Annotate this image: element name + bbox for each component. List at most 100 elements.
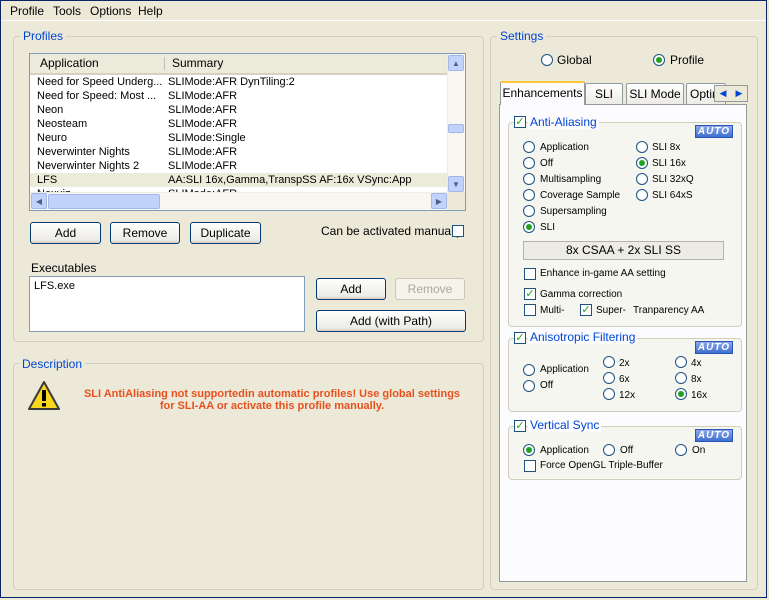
cell-application: Neverwinter Nights 2 <box>37 160 140 172</box>
executable-remove-button[interactable]: Remove <box>395 278 465 300</box>
menu-profile[interactable]: Profile <box>7 3 47 19</box>
aa-level-sli-64xs-radio[interactable] <box>636 189 648 201</box>
aa-level-sli-64xs-label: SLI 64xS <box>652 190 693 201</box>
tab-scroll-left-icon[interactable]: ◀ <box>715 86 731 101</box>
aa-mode-sli-radio[interactable] <box>523 221 535 233</box>
menu-tools[interactable]: Tools <box>50 3 84 19</box>
multi-transparency-checkbox[interactable] <box>524 304 536 316</box>
column-separator[interactable] <box>164 57 165 70</box>
transparency-aa-label: Tranparency AA <box>633 305 705 316</box>
vertical-scrollbar[interactable]: ▲ ▼ <box>447 54 465 193</box>
scroll-up-icon[interactable]: ▲ <box>448 55 464 71</box>
description-message-line-1: SLI AntiAliasing not supportedin automat… <box>83 388 461 400</box>
table-row[interactable]: Need for Speed Underg... SLIMode:AFR DynT… <box>30 75 448 89</box>
aa-mode-off-label: Off <box>540 158 554 169</box>
executable-add-button[interactable]: Add <box>316 278 386 300</box>
super-transparency-checkbox[interactable]: ✓ <box>580 304 592 316</box>
table-row[interactable]: Neosteam SLIMode:AFR <box>30 117 448 131</box>
scroll-down-icon[interactable]: ▼ <box>448 176 464 192</box>
aa-summary-display: 8x CSAA + 2x SLI SS <box>523 241 724 260</box>
table-row[interactable]: Neuro SLIMode:Single <box>30 131 448 145</box>
af-level-6x-radio[interactable] <box>603 372 615 384</box>
cell-application: Neuro <box>37 132 67 144</box>
af-level-4x-radio[interactable] <box>675 356 687 368</box>
aa-level-sli-16x-label: SLI 16x <box>652 158 686 169</box>
table-row[interactable]: LFS AA:SLI 16x,Gamma,TranspSS AF:16x VSyn… <box>30 173 448 187</box>
menu-options[interactable]: Options <box>87 3 134 19</box>
aa-mode-supersampling-radio[interactable] <box>523 205 535 217</box>
triple-buffer-checkbox[interactable] <box>524 460 536 472</box>
global-radio[interactable] <box>541 54 553 66</box>
scroll-thumb-horizontal[interactable] <box>48 194 160 209</box>
af-mode-off-radio[interactable] <box>523 380 535 392</box>
scroll-left-icon[interactable]: ◀ <box>31 193 47 209</box>
warning-icon <box>28 381 60 410</box>
profile-duplicate-button[interactable]: Duplicate <box>190 222 261 244</box>
aa-level-sli-16x-radio[interactable] <box>636 157 648 169</box>
scroll-thumb-vertical[interactable] <box>448 124 464 133</box>
enhance-ingame-aa-label: Enhance in-game AA setting <box>540 268 666 279</box>
af-level-16x-radio[interactable] <box>675 388 687 400</box>
tab-scroll-right-icon[interactable]: ▶ <box>731 86 747 101</box>
list-header: Application Summary <box>30 54 448 75</box>
af-mode-application-label: Application <box>540 364 589 375</box>
anti-aliasing-checkbox[interactable]: ✓ <box>514 116 526 128</box>
af-level-6x-label: 6x <box>619 374 630 385</box>
vsync-application-radio[interactable] <box>523 444 535 456</box>
super-transparency-label: Super- <box>596 305 627 316</box>
tab-sli-mode[interactable]: SLI Mode <box>626 83 684 104</box>
gamma-correction-checkbox[interactable]: ✓ <box>524 288 536 300</box>
vsync-off-radio[interactable] <box>603 444 615 456</box>
add-with-path-button[interactable]: Add (with Path) <box>316 310 466 332</box>
aa-level-sli-32xq-label: SLI 32xQ <box>652 174 694 185</box>
table-row[interactable]: Neon SLIMode:AFR <box>30 103 448 117</box>
af-level-2x-label: 2x <box>619 358 630 369</box>
aa-mode-multisampling-radio[interactable] <box>523 173 535 185</box>
af-level-12x-radio[interactable] <box>603 388 615 400</box>
manual-activation-checkbox[interactable] <box>452 225 464 237</box>
af-level-8x-radio[interactable] <box>675 372 687 384</box>
vsync-application-label: Application <box>540 445 589 456</box>
cell-summary: SLIMode:AFR <box>168 146 238 158</box>
cell-summary: AA:SLI 16x,Gamma,TranspSS AF:16x VSync:A… <box>168 174 412 186</box>
af-level-8x-label: 8x <box>691 374 702 385</box>
aa-mode-coverage-sample-radio[interactable] <box>523 189 535 201</box>
anisotropic-checkbox[interactable]: ✓ <box>514 332 526 344</box>
profile-list[interactable]: Application Summary Need for Speed Under… <box>29 53 466 211</box>
profile-add-button[interactable]: Add <box>30 222 101 244</box>
table-row[interactable]: Neverwinter Nights 2 SLIMode:AFR <box>30 159 448 173</box>
column-header-application[interactable]: Application <box>34 54 160 73</box>
table-row[interactable]: Neverwinter Nights SLIMode:AFR <box>30 145 448 159</box>
executable-item[interactable]: LFS.exe <box>34 279 75 293</box>
aa-level-sli-32xq-radio[interactable] <box>636 173 648 185</box>
cell-application: Need for Speed Underg... <box>37 76 163 88</box>
aa-level-sli-8x-radio[interactable] <box>636 141 648 153</box>
description-group-title: Description <box>19 357 86 371</box>
enhance-ingame-aa-checkbox[interactable] <box>524 268 536 280</box>
profile-radio[interactable] <box>653 54 665 66</box>
af-mode-application-radio[interactable] <box>523 364 535 376</box>
anisotropic-title: Anisotropic Filtering <box>528 330 638 344</box>
tab-sli[interactable]: SLI <box>585 83 623 104</box>
gamma-correction-label: Gamma correction <box>540 289 623 300</box>
cell-summary: SLIMode:AFR <box>168 90 238 102</box>
profile-remove-button[interactable]: Remove <box>110 222 180 244</box>
aa-mode-sli-label: SLI <box>540 222 556 233</box>
vsync-auto-badge: AUTO <box>695 429 733 442</box>
cell-application: Need for Speed: Most ... <box>37 90 157 102</box>
horizontal-scrollbar[interactable]: ◀ ▶ <box>30 192 448 210</box>
menu-bar: Profile Tools Options Help <box>1 1 766 21</box>
vsync-checkbox[interactable]: ✓ <box>514 420 526 432</box>
tab-enhancements[interactable]: Enhancements <box>500 81 585 105</box>
table-row[interactable]: Need for Speed: Most ... SLIMode:AFR <box>30 89 448 103</box>
cell-summary: SLIMode:AFR <box>168 118 238 130</box>
aa-mode-application-radio[interactable] <box>523 141 535 153</box>
executables-list[interactable]: LFS.exe <box>29 276 305 332</box>
vsync-on-radio[interactable] <box>675 444 687 456</box>
aa-mode-off-radio[interactable] <box>523 157 535 169</box>
menu-help[interactable]: Help <box>135 3 166 19</box>
profile-label: Profile <box>670 53 705 67</box>
column-header-summary[interactable]: Summary <box>166 54 446 73</box>
af-level-2x-radio[interactable] <box>603 356 615 368</box>
scroll-right-icon[interactable]: ▶ <box>431 193 447 209</box>
